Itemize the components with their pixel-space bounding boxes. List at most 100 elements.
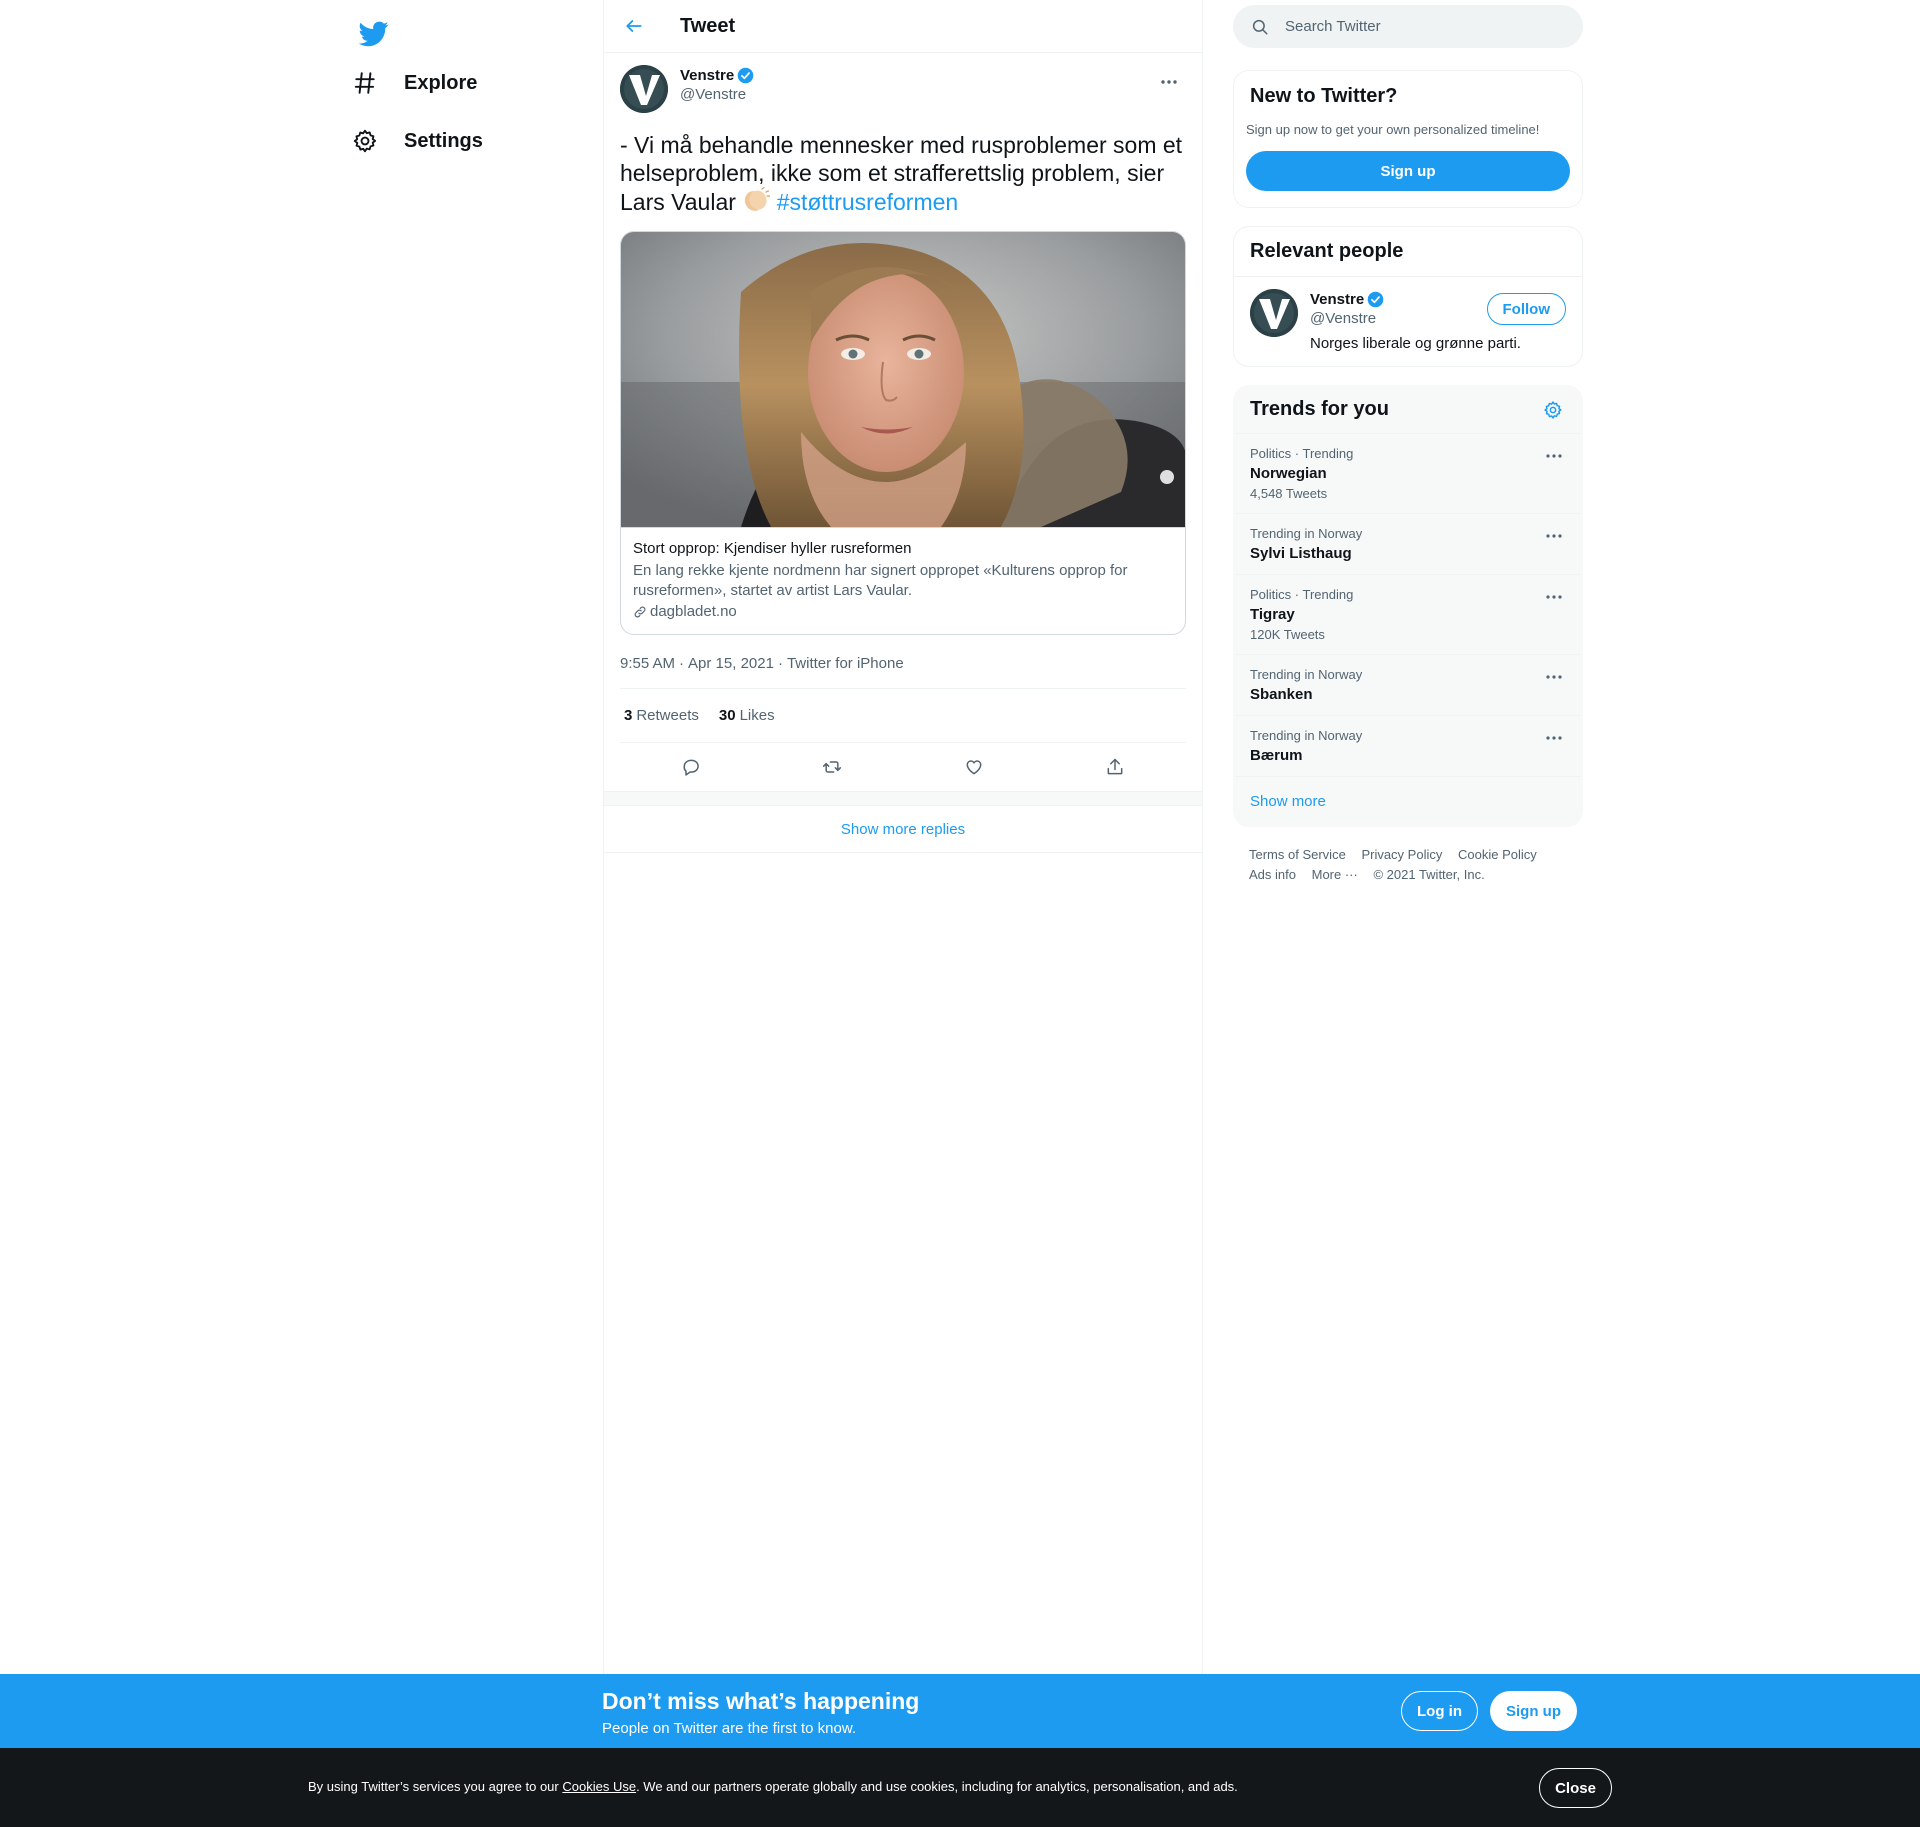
- trend-item[interactable]: Trending in Norway Sylvi Listhaug: [1234, 514, 1582, 575]
- privacy-link[interactable]: Privacy Policy: [1361, 847, 1442, 862]
- share-icon: [1107, 758, 1123, 775]
- tweet-text: - Vi må behandle mennesker med rusproble…: [620, 131, 1186, 219]
- card-body: Stort opprop: Kjendiser hyller rusreform…: [621, 527, 1185, 634]
- trend-name: Tigray: [1250, 606, 1295, 623]
- tweet-more-button[interactable]: [1152, 65, 1186, 99]
- trend-item[interactable]: Politics · Trending Tigray 120K Tweets: [1234, 575, 1582, 655]
- tweet-source[interactable]: Twitter for iPhone: [787, 655, 904, 672]
- retweets-stat[interactable]: 3 Retweets: [624, 707, 699, 724]
- likes-stat[interactable]: 30 Likes: [719, 707, 775, 724]
- share-button[interactable]: [1097, 749, 1133, 785]
- retweet-button[interactable]: [814, 749, 850, 785]
- banner-signup-button[interactable]: Sign up: [1490, 1691, 1577, 1731]
- hashtag-icon: [350, 68, 380, 98]
- cookie-text-before: By using Twitter’s services you agree to…: [308, 1779, 563, 1794]
- tweet-actions: [620, 743, 1186, 791]
- trend-more-button[interactable]: [1542, 667, 1566, 687]
- arrow-left-icon: [626, 20, 642, 32]
- link-card[interactable]: Stort opprop: Kjendiser hyller rusreform…: [620, 231, 1186, 635]
- avatar[interactable]: [620, 65, 668, 113]
- like-icon: [966, 760, 982, 775]
- nav-item-label: Settings: [404, 129, 483, 152]
- nav-item-settings[interactable]: Settings: [350, 116, 483, 166]
- person-card[interactable]: Venstre @Venstre Norges liberale og grøn…: [1234, 277, 1582, 366]
- trends-header: Trends for you: [1234, 386, 1582, 434]
- person-bio: Norges liberale og grønne parti.: [1310, 335, 1521, 352]
- sidebar-signup-button[interactable]: Sign up: [1246, 151, 1570, 191]
- cookie-close-button[interactable]: Close: [1539, 1768, 1612, 1808]
- hashtag-link[interactable]: #støttrusreformen: [777, 189, 959, 215]
- tweet-stats: 3 Retweets 30 Likes: [620, 689, 1186, 743]
- trend-name: Sylvi Listhaug: [1250, 545, 1352, 562]
- cookie-text: By using Twitter’s services you agree to…: [308, 1779, 1238, 1794]
- more-link[interactable]: More ···: [1312, 867, 1358, 882]
- back-button[interactable]: [614, 6, 654, 46]
- terms-link[interactable]: Terms of Service: [1249, 847, 1346, 862]
- trend-name: Bærum: [1250, 747, 1303, 764]
- card-domain: dagbladet.no: [633, 603, 1173, 620]
- section-divider: [604, 791, 1202, 805]
- show-more-replies-button[interactable]: Show more replies: [604, 805, 1202, 853]
- nav-item-explore[interactable]: Explore: [350, 58, 477, 108]
- author-handle[interactable]: @Venstre: [680, 86, 754, 103]
- tweet-time[interactable]: 9:55 AM: [620, 655, 675, 672]
- follow-button[interactable]: Follow: [1486, 293, 1566, 325]
- trend-more-button[interactable]: [1542, 728, 1566, 748]
- retweets-label: Retweets: [636, 707, 699, 724]
- trend-category: Politics · Trending: [1250, 587, 1354, 602]
- twitter-bird-icon[interactable]: [350, 10, 398, 58]
- gear-icon: [1544, 400, 1562, 419]
- more-dots-icon: [1546, 675, 1562, 679]
- banner-title: Don’t miss what’s happening: [602, 1688, 920, 1714]
- card-description: En lang rekke kjente nordmenn har signer…: [633, 562, 1128, 599]
- right-sidebar: New to Twitter? Sign up now to get your …: [1233, 0, 1583, 885]
- venstre-logo-icon: [1250, 289, 1298, 337]
- trends-show-more[interactable]: Show more: [1234, 777, 1582, 826]
- more-dots-icon: [1546, 736, 1562, 740]
- banner-subtitle: People on Twitter are the first to know.: [602, 1720, 857, 1737]
- trend-count: 120K Tweets: [1250, 627, 1325, 642]
- trend-item[interactable]: Trending in Norway Sbanken: [1234, 655, 1582, 716]
- trend-count: 4,548 Tweets: [1250, 486, 1328, 501]
- signup-banner: Don’t miss what’s happening People on Tw…: [0, 1674, 1920, 1748]
- trend-item[interactable]: Trending in Norway Bærum: [1234, 716, 1582, 777]
- cookie-policy-link[interactable]: Cookie Policy: [1458, 847, 1537, 862]
- trends-settings-button[interactable]: [1540, 397, 1566, 423]
- new-to-twitter-subtitle: Sign up now to get your own personalized…: [1246, 122, 1540, 137]
- copyright: © 2021 Twitter, Inc.: [1373, 867, 1485, 882]
- search-input[interactable]: [1285, 18, 1535, 35]
- more-dots-icon: [1546, 595, 1562, 599]
- reply-button[interactable]: [673, 749, 709, 785]
- clapping-hands-icon: [742, 186, 771, 219]
- trend-name: Sbanken: [1250, 686, 1313, 703]
- avatar[interactable]: [1250, 289, 1298, 337]
- cookies-use-link[interactable]: Cookies Use: [562, 1779, 636, 1794]
- tweet-timestamp: 9:55 AM · Apr 15, 2021 · Twitter for iPhone: [620, 655, 1186, 689]
- likes-count: 30: [718, 707, 736, 724]
- person-name-text: Venstre: [1310, 291, 1365, 308]
- trends-title: Trends for you: [1250, 398, 1389, 420]
- retweet-icon: [823, 761, 842, 773]
- nav-item-label: Explore: [404, 71, 478, 94]
- tweet: Venstre @Venstre - Vi må behandle mennes…: [604, 53, 1202, 791]
- login-button[interactable]: Log in: [1401, 1691, 1478, 1731]
- more-dots-icon: [1546, 534, 1562, 538]
- trend-category: Trending in Norway: [1250, 667, 1363, 682]
- card-domain-text: dagbladet.no: [650, 603, 737, 620]
- main-column: Tweet Venstre @Venstre - Vi må behandle: [603, 0, 1203, 1827]
- verified-badge-icon: [1367, 291, 1384, 308]
- trend-more-button[interactable]: [1542, 446, 1566, 466]
- search-bar[interactable]: [1233, 5, 1583, 48]
- ads-info-link[interactable]: Ads info: [1249, 867, 1296, 882]
- trend-more-button[interactable]: [1542, 526, 1566, 546]
- trend-name: Norwegian: [1250, 465, 1327, 482]
- trend-item[interactable]: Politics · Trending Norwegian 4,548 Twee…: [1234, 434, 1582, 514]
- tweet-date[interactable]: Apr 15, 2021: [688, 655, 774, 672]
- trend-more-button[interactable]: [1542, 587, 1566, 607]
- card-image: [621, 232, 1185, 527]
- tweet-author-row: Venstre @Venstre: [620, 65, 1186, 113]
- like-button[interactable]: [956, 749, 992, 785]
- more-dots-icon: [1161, 80, 1177, 84]
- author-name[interactable]: Venstre: [680, 67, 754, 84]
- gear-icon: [350, 126, 380, 156]
